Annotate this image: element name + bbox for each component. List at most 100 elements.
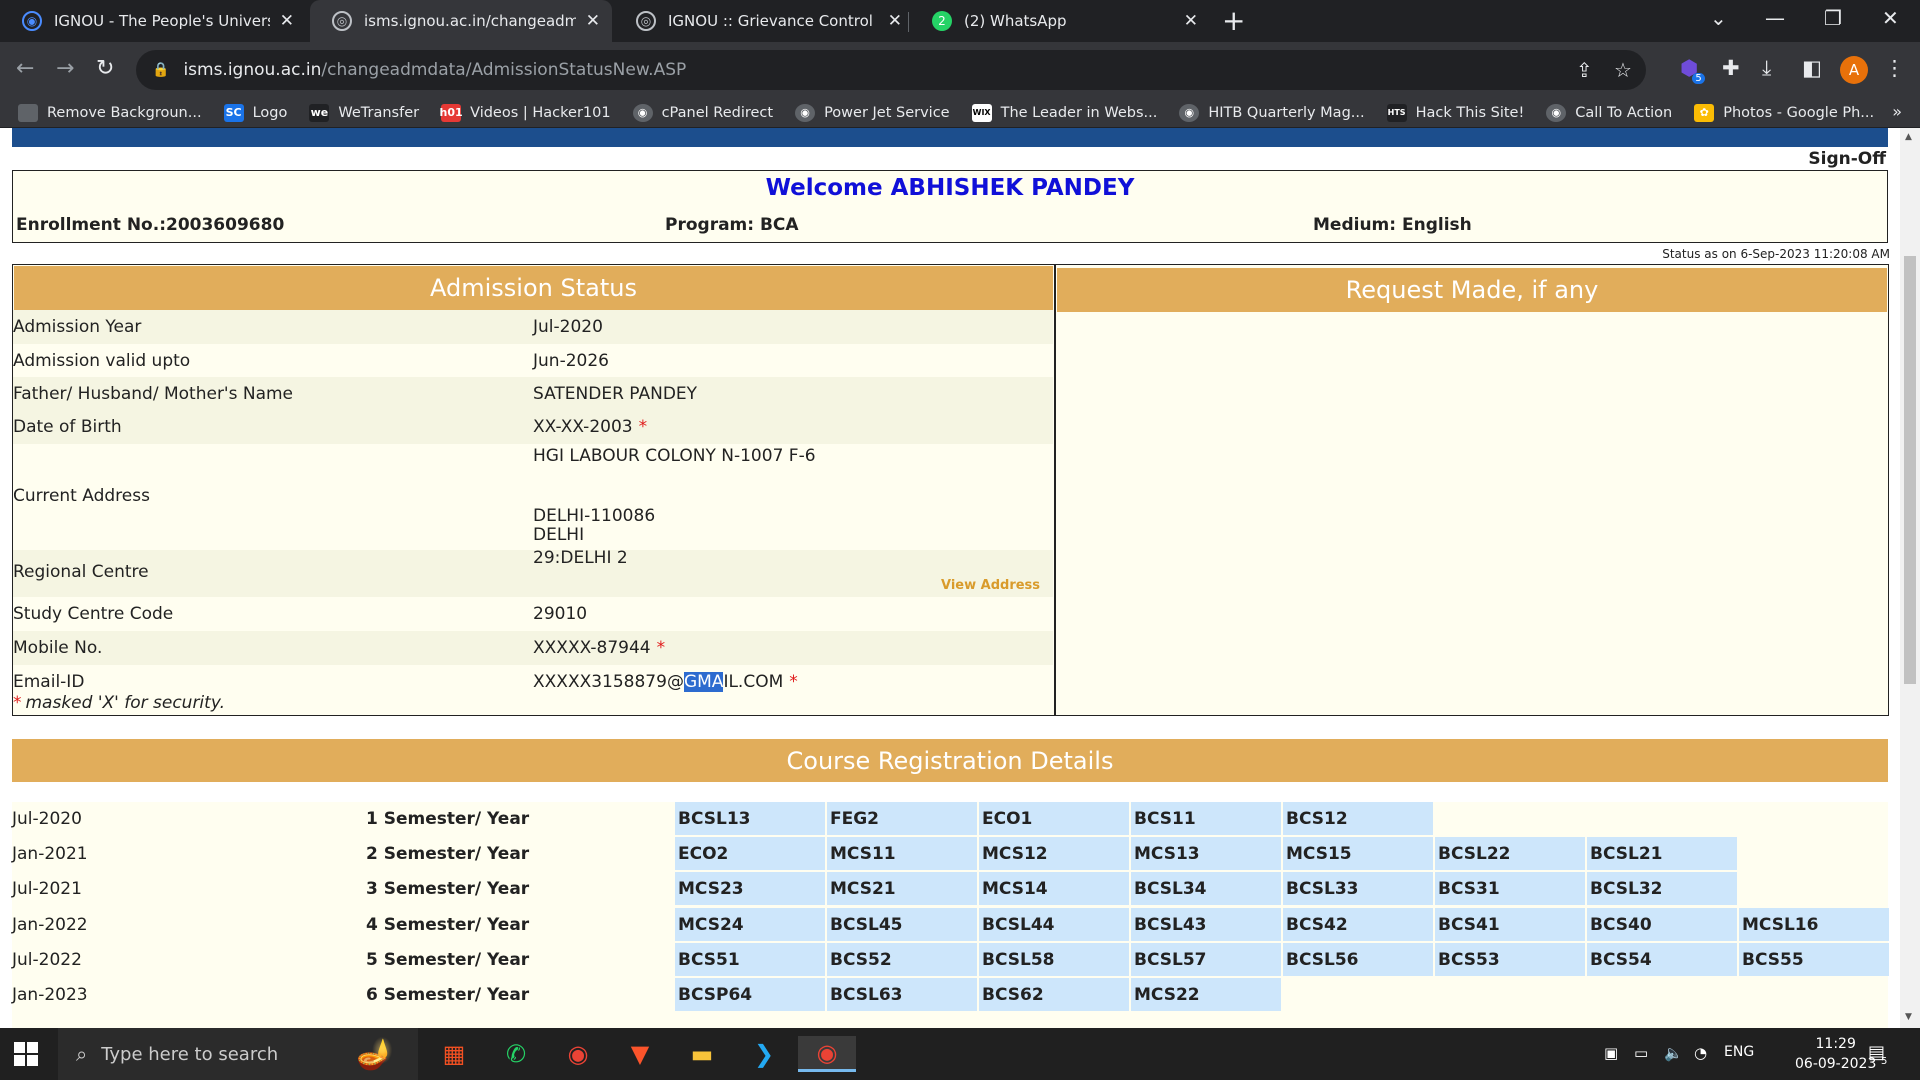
- tab-ignou-home[interactable]: ◉ IGNOU - The People's University ✕: [0, 0, 306, 42]
- bookmark-google-photos[interactable]: ✿ Photos - Google Ph...: [1694, 103, 1874, 122]
- volume-icon[interactable]: 🔈: [1664, 1044, 1683, 1062]
- course-code-cell: FEG2: [827, 802, 977, 835]
- language-indicator[interactable]: ENG: [1724, 1044, 1754, 1060]
- clock[interactable]: 11:29 06-09-2023: [1795, 1034, 1876, 1074]
- meet-now-icon[interactable]: ▣: [1604, 1044, 1618, 1062]
- brave-icon[interactable]: ▼: [616, 1036, 664, 1072]
- search-icon: ⌕: [76, 1042, 88, 1066]
- field-value: DELHI-110086: [533, 506, 656, 526]
- field-label: Study Centre Code: [13, 604, 174, 624]
- scroll-up-arrow-icon[interactable]: ▲: [1905, 132, 1912, 142]
- extensions-puzzle-icon[interactable]: ✚: [1722, 56, 1740, 80]
- lock-icon[interactable]: 🔒: [152, 62, 169, 78]
- view-address-link[interactable]: View Address: [941, 578, 1040, 593]
- close-window-icon[interactable]: ✕: [1882, 6, 1899, 30]
- download-icon[interactable]: ⤓: [1762, 56, 1771, 81]
- reload-icon[interactable]: ↻: [96, 56, 114, 81]
- bookmark-wix[interactable]: WIX The Leader in Webs...: [971, 103, 1157, 122]
- notifications-icon[interactable]: ▤5: [1868, 1042, 1891, 1067]
- page-scrollbar[interactable]: ▲ ▼: [1900, 128, 1920, 1028]
- close-tab-icon[interactable]: ✕: [888, 11, 902, 31]
- address-bar[interactable]: 🔒 isms.ignou.ac.in/changeadmdata/Admissi…: [136, 50, 1646, 90]
- course-code-cell: BCS54: [1587, 943, 1737, 976]
- course-session: Jul-2022: [12, 950, 82, 970]
- required-star: *: [789, 672, 798, 692]
- bookmark-hitb[interactable]: ◉ HITB Quarterly Mag...: [1179, 103, 1365, 122]
- tab-separator: [908, 12, 909, 32]
- back-arrow-icon[interactable]: ←: [16, 56, 34, 81]
- bookmark-label: Power Jet Service: [824, 104, 950, 121]
- microsoft-store-icon[interactable]: ▦: [430, 1036, 478, 1072]
- close-tab-icon[interactable]: ✕: [1184, 11, 1198, 31]
- google-photos-icon: ✿: [1694, 103, 1715, 122]
- course-code-cell: BCS12: [1283, 802, 1433, 835]
- bookmark-power-jet[interactable]: ◉ Power Jet Service: [795, 103, 950, 122]
- course-row: Jul-2020 1 Semester/ Year BCSL13 FEG2 ECO1 BC…: [12, 802, 1888, 835]
- battery-icon[interactable]: ▭: [1634, 1044, 1648, 1062]
- chrome-profile-icon[interactable]: ◉: [798, 1036, 856, 1072]
- bookmark-cpanel[interactable]: ◉ cPanel Redirect: [632, 103, 773, 122]
- field-value-wrap: XXXXX-87944 *: [533, 638, 665, 658]
- bookmark-hack-this-site[interactable]: HTS Hack This Site!: [1386, 103, 1524, 122]
- url-path: /changeadmdata/AdmissionStatusNew.ASP: [321, 60, 687, 80]
- whatsapp-icon[interactable]: ✆: [492, 1036, 540, 1072]
- windows-start-icon[interactable]: [14, 1042, 38, 1066]
- field-value: Jul-2020: [533, 317, 603, 337]
- field-value: HGI LABOUR COLONY N-1007 F-6: [533, 446, 816, 466]
- bookmark-star-icon[interactable]: ☆: [1614, 58, 1632, 82]
- scrollbar-thumb[interactable]: [1904, 256, 1916, 684]
- course-session: Jan-2021: [12, 844, 88, 864]
- scroll-down-arrow-icon[interactable]: ▼: [1905, 1012, 1912, 1022]
- menu-kebab-icon[interactable]: ⋮: [1884, 56, 1905, 80]
- bookmark-call-to-action[interactable]: ◉ Call To Action: [1546, 103, 1673, 122]
- close-tab-icon[interactable]: ✕: [586, 11, 600, 31]
- close-tab-icon[interactable]: ✕: [280, 11, 294, 31]
- globe-icon: ◎: [332, 11, 352, 31]
- bookmark-logo[interactable]: SC Logo: [223, 103, 287, 122]
- tab-change-admission-data[interactable]: ◎ isms.ignou.ac.in/changeadmdata ✕: [310, 0, 612, 42]
- new-tab-button[interactable]: +: [1222, 6, 1245, 36]
- restore-icon[interactable]: ❐: [1824, 6, 1842, 30]
- date-of-birth-row: Date of Birth XX-XX-2003 *: [13, 410, 1053, 444]
- sign-off-link[interactable]: Sign-Off: [1808, 149, 1886, 169]
- course-code-cell: BCSL58: [979, 943, 1129, 976]
- extension-badge-icon[interactable]: ⬢5: [1680, 56, 1711, 84]
- field-value-wrap: XXXXX3158879@GMAIL.COM *: [533, 672, 798, 692]
- bookmark-wetransfer[interactable]: we WeTransfer: [309, 103, 419, 122]
- globe-icon: ◉: [1546, 103, 1567, 122]
- course-code-cell: BCSP64: [675, 978, 825, 1011]
- bookmarks-overflow-chevron[interactable]: »: [1892, 102, 1902, 121]
- bookmark-hacker101[interactable]: h01 Videos | Hacker101: [440, 103, 611, 122]
- course-semester: 6 Semester/ Year: [366, 985, 530, 1005]
- side-panel-icon[interactable]: ◧: [1802, 56, 1822, 80]
- course-code-cell: BCSL63: [827, 978, 977, 1011]
- forward-arrow-icon[interactable]: →: [56, 56, 74, 81]
- file-explorer-icon[interactable]: ▬: [678, 1036, 726, 1072]
- chrome-icon[interactable]: ◉: [554, 1036, 602, 1072]
- search-highlight-icon[interactable]: 🪔: [336, 1036, 414, 1072]
- tab-grievance-control-room[interactable]: ◎ IGNOU :: Grievance Control Room ✕: [614, 0, 914, 42]
- course-row: Jul-2022 5 Semester/ Year BCS51 BCS52 BCSL58…: [12, 943, 1889, 976]
- bookmark-label: Call To Action: [1575, 104, 1673, 121]
- bookmark-label: Remove Backgroun...: [47, 104, 202, 121]
- tab-search-chevron-icon[interactable]: ⌄: [1710, 6, 1727, 30]
- course-code-cell: BCS55: [1739, 943, 1889, 976]
- course-semester: 1 Semester/ Year: [366, 809, 530, 829]
- minimize-icon[interactable]: —: [1765, 6, 1785, 30]
- field-label: Email-ID: [13, 672, 85, 692]
- bookmark-remove-background[interactable]: Remove Backgroun...: [18, 103, 202, 122]
- extension-count: 5: [1692, 73, 1705, 84]
- wetransfer-icon: we: [309, 103, 330, 122]
- course-session: Jan-2022: [12, 915, 88, 935]
- globe-icon: ◉: [795, 103, 816, 122]
- field-value: SATENDER PANDEY: [533, 383, 698, 404]
- field-label: Current Address: [13, 486, 150, 506]
- tab-whatsapp[interactable]: 2 (2) WhatsApp ✕: [910, 0, 1210, 42]
- vscode-icon[interactable]: ❯: [740, 1036, 788, 1072]
- status-timestamp: Status as on 6-Sep-2023 11:20:08 AM: [1662, 247, 1890, 261]
- share-icon[interactable]: ⇪: [1576, 58, 1593, 82]
- course-code-cell: BCSL43: [1131, 908, 1281, 941]
- windows-taskbar: ⌕ Type here to search 🪔 ▦ ✆ ◉ ▼ ▬ ❯ ◉ ▣ …: [0, 1028, 1920, 1080]
- profile-avatar[interactable]: A: [1840, 56, 1868, 84]
- wifi-icon[interactable]: ◔: [1694, 1044, 1707, 1062]
